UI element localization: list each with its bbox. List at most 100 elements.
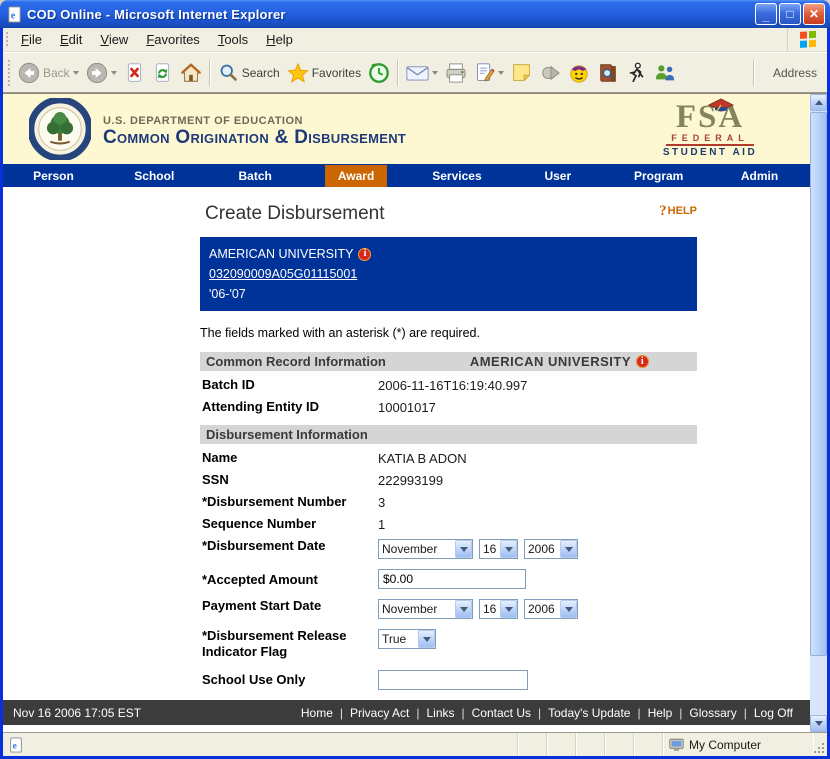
award-id-link[interactable]: 032090009A05G01115001 (209, 267, 357, 281)
footer-links[interactable]: Links (419, 706, 461, 720)
scrollbar-track[interactable] (810, 111, 827, 715)
mail-button[interactable] (403, 61, 441, 85)
back-button[interactable]: Back (15, 60, 82, 86)
research-book-icon (600, 63, 616, 82)
notes-button[interactable] (508, 60, 535, 85)
forward-dropdown-caret[interactable] (110, 71, 117, 78)
selected-month: November (382, 602, 438, 616)
payment-month-select[interactable]: November (378, 599, 473, 619)
chevron-down-icon[interactable] (455, 600, 472, 618)
toolbar-separator (397, 59, 400, 86)
name-row: Name KATIA B ADON (200, 450, 697, 467)
favorites-button[interactable]: Favorites (284, 60, 364, 86)
menu-favorites[interactable]: Favorites (137, 28, 208, 51)
award-summary-box: AMERICAN UNIVERSITY i 032090009A05G01115… (200, 237, 697, 311)
menu-file[interactable]: File (12, 28, 51, 51)
school-use-only-label: School Use Only (202, 672, 306, 687)
chevron-down-icon[interactable] (455, 540, 472, 558)
required-fields-note: The fields marked with an asterisk (*) a… (200, 326, 480, 340)
svg-text:e: e (12, 740, 17, 751)
selected-day: 16 (483, 542, 497, 556)
resize-grip[interactable] (813, 733, 827, 756)
nav-admin[interactable]: Admin (728, 165, 791, 187)
maximize-button[interactable]: □ (779, 3, 801, 25)
app-name: Common Origination & Disbursement (103, 127, 407, 148)
nav-batch[interactable]: Batch (226, 165, 285, 187)
agency-name: U.S. DEPARTMENT OF EDUCATION (103, 115, 303, 127)
favorites-label: Favorites (311, 65, 362, 80)
address-label[interactable]: Address (767, 66, 823, 80)
fsa-student-aid: STUDENT AID (662, 147, 758, 158)
footer-glossary[interactable]: Glossary (682, 706, 743, 720)
disbursement-month-select[interactable]: November (378, 539, 473, 559)
page-title: Create Disbursement (205, 203, 385, 224)
home-button[interactable] (177, 60, 205, 86)
back-dropdown-caret[interactable] (72, 71, 79, 78)
scrollbar-thumb[interactable] (810, 112, 827, 656)
batch-id-row: Batch ID 2006-11-16T16:19:40.997 (200, 377, 697, 394)
msn-messenger-button[interactable] (650, 60, 680, 86)
scroll-down-button[interactable] (810, 715, 827, 732)
disbursement-day-select[interactable]: 16 (479, 539, 518, 559)
nav-person[interactable]: Person (20, 165, 87, 187)
nav-award[interactable]: Award (324, 164, 388, 187)
nav-services[interactable]: Services (419, 165, 494, 187)
history-button[interactable] (365, 60, 393, 86)
print-button[interactable] (442, 61, 470, 85)
stop-button[interactable] (121, 60, 148, 85)
menu-tools[interactable]: Tools (209, 28, 257, 51)
release-flag-select[interactable]: True (378, 629, 436, 649)
name-label: Name (202, 450, 238, 465)
search-button[interactable]: Search (215, 60, 283, 85)
selected-flag: True (382, 632, 407, 646)
chevron-down-icon[interactable] (418, 630, 435, 648)
chevron-down-icon[interactable] (500, 600, 517, 618)
forward-button[interactable] (83, 60, 120, 86)
vertical-scrollbar[interactable] (810, 94, 827, 732)
chevron-down-icon[interactable] (560, 540, 577, 558)
minimize-button[interactable]: _ (755, 3, 777, 25)
info-icon[interactable]: i (636, 355, 649, 368)
nav-program[interactable]: Program (621, 165, 696, 187)
research-button[interactable] (594, 60, 622, 86)
scroll-up-button[interactable] (810, 94, 827, 111)
info-icon[interactable]: i (358, 247, 372, 261)
close-button[interactable]: ✕ (803, 3, 825, 25)
nav-user[interactable]: User (531, 165, 584, 187)
footer-help[interactable]: Help (641, 706, 680, 720)
common-record-section-header: Common Record Information AMERICAN UNIVE… (200, 352, 697, 371)
payment-start-date-label: Payment Start Date (202, 598, 322, 613)
footer-contact-us[interactable]: Contact Us (465, 706, 538, 720)
disbursement-year-select[interactable]: 2006 (524, 539, 578, 559)
nav-school[interactable]: School (121, 165, 187, 187)
payment-start-date-row: Payment Start Date November 16 2006 (200, 598, 697, 619)
footer-home[interactable]: Home (294, 706, 340, 720)
chevron-down-icon[interactable] (560, 600, 577, 618)
school-use-only-input[interactable] (378, 670, 528, 690)
help-link[interactable]: ? HELP (659, 203, 697, 219)
yahoo-messenger-button[interactable] (565, 60, 593, 86)
print-icon (446, 62, 466, 83)
chevron-down-icon[interactable] (500, 540, 517, 558)
mail-dropdown-caret[interactable] (432, 71, 439, 78)
footer-log-off[interactable]: Log Off (747, 706, 800, 720)
menu-view[interactable]: View (91, 28, 137, 51)
help-question-icon: ? (659, 203, 667, 219)
refresh-button[interactable] (149, 60, 176, 85)
menu-help[interactable]: Help (257, 28, 302, 51)
edit-button[interactable] (471, 60, 507, 85)
ssn-label: SSN (202, 472, 229, 487)
edit-dropdown-caret[interactable] (498, 71, 505, 78)
menu-edit[interactable]: Edit (51, 28, 91, 51)
footer-privacy-act[interactable]: Privacy Act (343, 706, 416, 720)
footer-todays-update[interactable]: Today's Update (541, 706, 637, 720)
payment-year-select[interactable]: 2006 (524, 599, 578, 619)
status-pane (576, 733, 605, 756)
messenger-button[interactable] (536, 60, 564, 86)
down-arrow-icon (814, 721, 823, 730)
aol-button[interactable] (623, 60, 649, 86)
favorites-star-icon (286, 62, 309, 83)
accepted-amount-input[interactable] (378, 569, 526, 589)
fsa-federal: FEDERAL (666, 133, 754, 146)
payment-day-select[interactable]: 16 (479, 599, 518, 619)
